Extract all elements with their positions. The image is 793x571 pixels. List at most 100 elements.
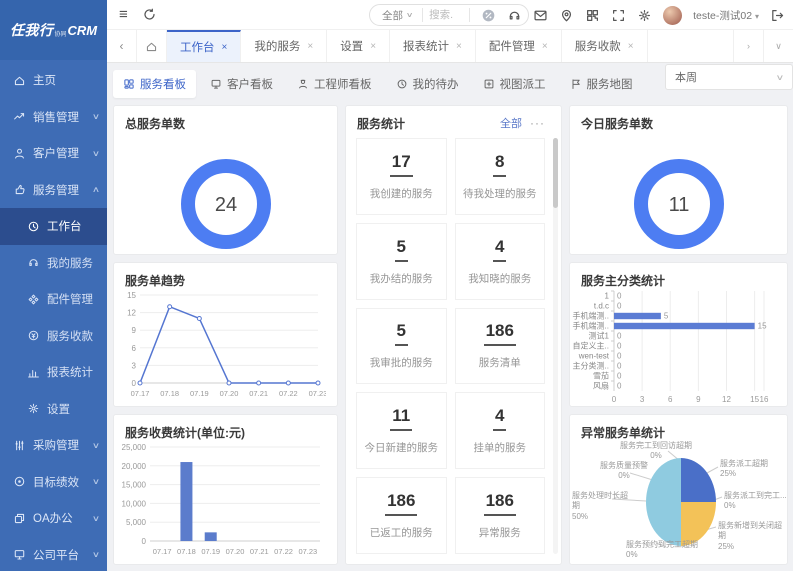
sidebar-item-purchase[interactable]: 采购管理∨ <box>0 427 107 464</box>
stat-tile-abnormal[interactable]: 186异常服务 <box>455 477 546 554</box>
sidebar-item-my-service[interactable]: 我的服务 <box>0 245 107 282</box>
tab-settings[interactable]: 设置× <box>327 30 390 62</box>
stat-tile-approval[interactable]: 5我审批的服务 <box>356 308 447 385</box>
svg-text:0: 0 <box>132 379 137 388</box>
percent-badge-icon[interactable] <box>481 8 496 23</box>
svg-text:5,000: 5,000 <box>126 518 147 527</box>
tabs-back-button[interactable]: ‹ <box>107 30 137 62</box>
support-headset-icon[interactable] <box>507 8 522 23</box>
stat-tile-handled[interactable]: 5我办结的服务 <box>356 223 447 300</box>
sidebar-item-workbench[interactable]: 工作台 <box>0 208 107 245</box>
settings-gear-icon[interactable] <box>637 8 652 23</box>
svg-text:15: 15 <box>750 395 759 404</box>
sidebar-item-label: 采购管理 <box>33 437 79 453</box>
tab-collection[interactable]: 服务收款× <box>562 30 648 62</box>
sidebar-item-reports[interactable]: 报表统计 <box>0 354 107 391</box>
close-icon[interactable]: × <box>628 41 634 52</box>
today-services-donut: 11 <box>570 130 787 278</box>
fullscreen-icon[interactable] <box>611 8 626 23</box>
close-icon[interactable]: × <box>222 42 228 53</box>
stat-tile-today-new[interactable]: 11今日新建的服务 <box>356 392 447 469</box>
svg-text:t.d.c: t.d.c <box>594 302 609 311</box>
tab-my-service[interactable]: 我的服务× <box>241 30 327 62</box>
svg-text:07.22: 07.22 <box>274 547 293 556</box>
stats-filter-button[interactable]: 全部 <box>500 115 522 131</box>
subnav-customer-board[interactable]: 客户看板 <box>200 70 283 98</box>
stat-tile-list[interactable]: 186服务清单 <box>455 308 546 385</box>
svg-text:6: 6 <box>668 395 673 404</box>
svg-text:07.21: 07.21 <box>250 547 269 556</box>
sidebar-item-oa[interactable]: OA办公∨ <box>0 500 107 537</box>
abnormal-services-pie: 服务完工到回访超期0%服务质量预警0%服务处理时长超期50%服务派工超期25%服… <box>570 439 787 564</box>
svg-text:wen-test: wen-test <box>578 352 610 361</box>
sidebar-item-sales[interactable]: 销售管理∨ <box>0 99 107 136</box>
stat-label: 异常服务 <box>479 525 521 540</box>
brand-product: CRM <box>67 23 97 38</box>
subnav-my-todo[interactable]: 我的待办 <box>386 70 469 98</box>
sidebar-item-kpi[interactable]: 目标绩效∨ <box>0 464 107 501</box>
menu-collapse-icon[interactable]: ≡ <box>119 6 128 23</box>
user-menu[interactable]: teste-测试02 ▾ <box>693 8 759 23</box>
pie-label: 服务处理时长超期50% <box>572 491 634 522</box>
user-avatar[interactable] <box>663 6 682 25</box>
service-trend-chart: 0369121507.1707.1807.1907.2007.2107.2207… <box>114 287 337 406</box>
tab-reports[interactable]: 报表统计× <box>390 30 476 62</box>
svg-text:07.23: 07.23 <box>309 389 326 398</box>
chevron-down-icon: ∨ <box>92 477 100 486</box>
sidebar-item-parts[interactable]: 配件管理 <box>0 281 107 318</box>
stat-label: 待我处理的服务 <box>463 186 537 201</box>
period-select[interactable]: 本周 ∨ <box>665 64 793 90</box>
sidebar-item-label: 服务收款 <box>47 328 93 344</box>
svg-text:雪茄: 雪茄 <box>593 371 609 381</box>
qr-grid-icon[interactable] <box>585 8 600 23</box>
close-icon[interactable]: × <box>542 41 548 52</box>
stat-tile-rework[interactable]: 186已返工的服务 <box>356 477 447 554</box>
svg-text:07.23: 07.23 <box>298 547 317 556</box>
sidebar-item-collection[interactable]: 服务收款 <box>0 318 107 355</box>
close-icon[interactable]: × <box>370 41 376 52</box>
sidebar-item-home[interactable]: 主页 <box>0 62 107 99</box>
sidebar-item-customer[interactable]: 客户管理∨ <box>0 135 107 172</box>
stat-label: 今日新建的服务 <box>365 440 439 455</box>
tab-workbench[interactable]: 工作台× <box>167 30 241 62</box>
subnav-engineer-board[interactable]: 工程师看板 <box>287 70 382 98</box>
chart-icon <box>27 366 40 379</box>
svg-text:07.17: 07.17 <box>131 389 150 398</box>
stat-tile-pending[interactable]: 8待我处理的服务 <box>455 138 546 215</box>
location-pin-icon[interactable] <box>559 8 574 23</box>
more-options-icon[interactable]: ··· <box>530 116 545 130</box>
search-scope-select[interactable]: 全部 ∨ <box>370 8 416 23</box>
thumb-icon <box>13 183 26 196</box>
tabs-menu-button[interactable]: ∨ <box>763 30 793 62</box>
svg-text:0: 0 <box>617 362 622 371</box>
subnav-service-map[interactable]: 服务地图 <box>560 70 643 98</box>
stat-tile-suspended[interactable]: 4挂单的服务 <box>455 392 546 469</box>
subnav-service-board[interactable]: 服务看板 <box>113 70 196 98</box>
sidebar-item-settings[interactable]: 设置 <box>0 391 107 428</box>
subnav-dispatch[interactable]: 视图派工 <box>473 70 556 98</box>
svg-text:16: 16 <box>760 395 769 404</box>
subnav-label: 工程师看板 <box>314 76 372 92</box>
logout-icon[interactable] <box>770 8 785 23</box>
stat-tile-created[interactable]: 17我创建的服务 <box>356 138 447 215</box>
chevron-up-icon: ∧ <box>92 185 100 194</box>
chevron-down-icon: ∨ <box>92 149 100 158</box>
total-services-donut: 24 <box>114 130 337 278</box>
refresh-icon[interactable] <box>142 7 157 22</box>
sidebar-item-company[interactable]: 公司平台∨ <box>0 537 107 571</box>
close-icon[interactable]: × <box>456 41 462 52</box>
stat-value: 4 <box>493 237 506 262</box>
close-icon[interactable]: × <box>307 41 313 52</box>
tab-parts[interactable]: 配件管理× <box>476 30 562 62</box>
stat-tile-informed[interactable]: 4我知晓的服务 <box>455 223 546 300</box>
main-content: 服务看板客户看板工程师看板我的待办视图派工服务地图 本周 ∨ 总服务单数 24 … <box>107 63 793 571</box>
sidebar-item-label: 主页 <box>33 72 56 88</box>
stats-scrollbar-thumb[interactable] <box>553 138 558 208</box>
stats-scrollbar <box>553 138 558 554</box>
home-tab-button[interactable] <box>137 30 167 62</box>
sidebar-item-service[interactable]: 服务管理∧ <box>0 172 107 209</box>
svg-text:15: 15 <box>758 322 767 331</box>
mail-icon[interactable] <box>533 8 548 23</box>
tabs-forward-button[interactable]: › <box>733 30 763 62</box>
svg-text:0: 0 <box>617 292 622 301</box>
